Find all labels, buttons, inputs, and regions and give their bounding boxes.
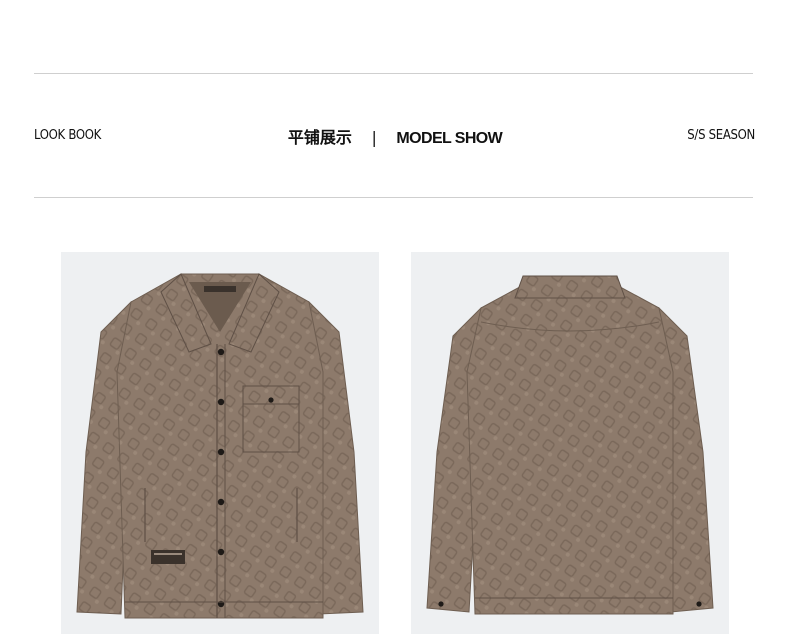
jacket-front-image bbox=[76, 273, 364, 619]
jacket-back-image bbox=[426, 275, 714, 615]
title-separator: | bbox=[371, 128, 377, 147]
jacket-front-photo bbox=[61, 252, 379, 634]
section-title: 平铺展示 | MODEL SHOW bbox=[0, 124, 790, 148]
season-label: S/S SEASON bbox=[687, 128, 755, 143]
bottom-divider bbox=[34, 197, 753, 198]
top-divider bbox=[34, 73, 753, 74]
jacket-back-photo bbox=[411, 252, 729, 634]
section-title-en: MODEL SHOW bbox=[396, 130, 503, 147]
section-title-cn: 平铺展示 bbox=[287, 128, 352, 147]
